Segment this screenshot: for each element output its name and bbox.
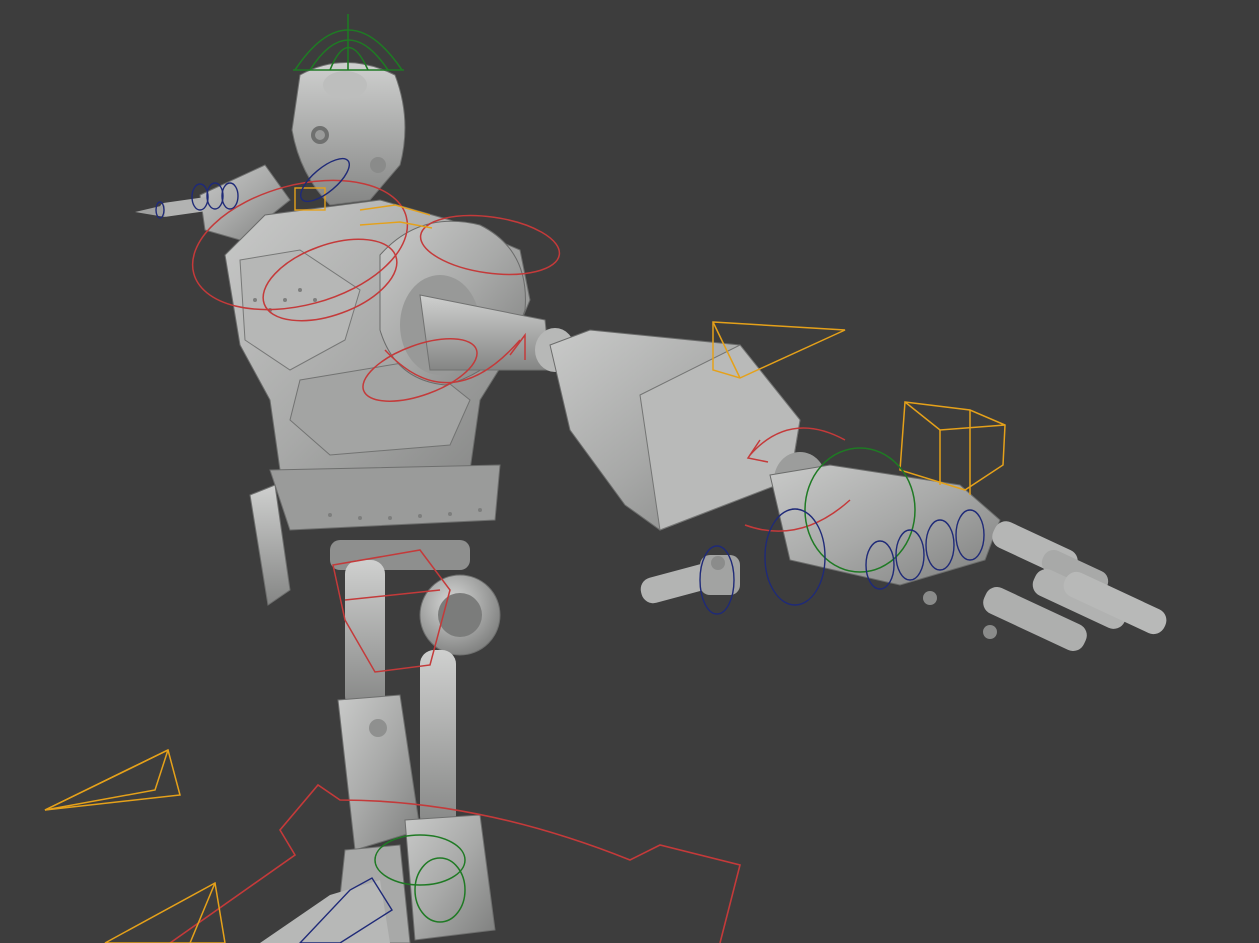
head-mesh[interactable] [291,62,406,206]
3d-viewport[interactable] [0,0,1259,943]
scene-canvas[interactable] [0,0,1259,943]
robot-mesh[interactable] [135,62,1170,943]
right-arm-mesh[interactable] [379,220,1170,655]
leg-pole-target-icon[interactable] [44,748,226,943]
head-control-icon[interactable] [293,14,404,71]
thumb-mesh[interactable] [638,555,740,606]
